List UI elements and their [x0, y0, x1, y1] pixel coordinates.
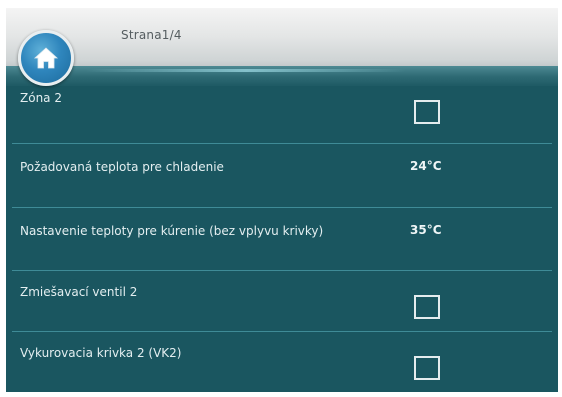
mixing-valve-checkbox[interactable]	[414, 295, 440, 319]
heating-temp-value[interactable]: 35°C	[410, 223, 442, 237]
setting-row-heating-temp: Nastavenie teploty pre kúrenie (bez vply…	[6, 208, 558, 270]
setting-row-zone2: Zóna 2	[6, 78, 558, 146]
setting-label: Zóna 2	[20, 91, 62, 105]
setting-label: Zmiešavací ventil 2	[20, 285, 138, 299]
setting-label: Požadovaná teplota pre chladenie	[20, 160, 224, 174]
cooling-temp-value[interactable]: 24°C	[410, 159, 442, 173]
setting-row-cooling-temp: Požadovaná teplota pre chladenie 24°C	[6, 144, 558, 204]
settings-screen: Strana1/4 Zóna 2 Požadovaná teplota pre …	[6, 8, 558, 392]
setting-label: Vykurovacia krivka 2 (VK2)	[20, 346, 182, 360]
setting-row-mixing-valve: Zmiešavací ventil 2	[6, 271, 558, 331]
zone2-checkbox[interactable]	[414, 100, 440, 124]
heating-curve-checkbox[interactable]	[414, 356, 440, 380]
setting-row-heating-curve: Vykurovacia krivka 2 (VK2)	[6, 332, 558, 392]
page-indicator: Strana1/4	[121, 28, 182, 42]
home-icon	[33, 47, 59, 69]
setting-label: Nastavenie teploty pre kúrenie (bez vply…	[20, 224, 324, 238]
